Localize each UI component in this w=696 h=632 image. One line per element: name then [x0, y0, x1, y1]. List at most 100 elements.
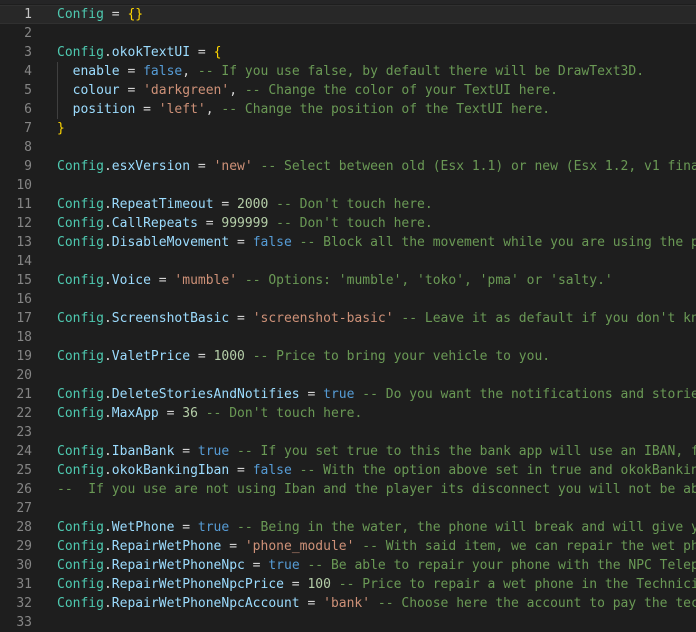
code-line[interactable]: 19 Config.ValetPrice = 1000 -- Price to b…	[0, 347, 696, 366]
code-text[interactable]: Config.RepeatTimeout = 2000 -- Don't tou…	[57, 195, 433, 214]
code-text[interactable]: Config.okokTextUI = {	[57, 43, 221, 62]
code-line[interactable]: 31 Config.RepairWetPhoneNpcPrice = 100 --…	[0, 575, 696, 594]
token: Config	[57, 539, 104, 554]
code-line[interactable]: 32 Config.RepairWetPhoneNpcAccount = 'ban…	[0, 594, 696, 613]
code-text[interactable]: Config.ScreenshotBasic = 'screenshot-bas…	[57, 309, 696, 328]
token: =	[213, 197, 238, 212]
code-line[interactable]: 10	[0, 176, 696, 195]
code-line[interactable]: 21 Config.DeleteStoriesAndNotifies = true…	[0, 385, 696, 404]
line-number: 1	[24, 7, 32, 22]
code-text[interactable]: Config.RepairWetPhoneNpcAccount = 'bank'…	[57, 594, 696, 613]
line-number: 17	[16, 311, 32, 326]
code-text[interactable]: Config.RepairWetPhoneNpcPrice = 100 -- P…	[57, 575, 696, 594]
code-text[interactable]: Config.RepairWetPhoneNpc = true -- Be ab…	[57, 556, 696, 575]
line-number: 8	[24, 140, 32, 155]
code-line[interactable]: 14	[0, 252, 696, 271]
token: =	[119, 83, 144, 98]
line-number: 18	[16, 330, 32, 345]
code-line[interactable]: 17 Config.ScreenshotBasic = 'screenshot-b…	[0, 309, 696, 328]
code-line[interactable]: 15 Config.Voice = 'mumble' -- Options: 'm…	[0, 271, 696, 290]
code-text[interactable]: Config.DisableMovement = false -- Block …	[57, 233, 696, 252]
code-line[interactable]: 13 Config.DisableMovement = false -- Bloc…	[0, 233, 696, 252]
code-text[interactable]: Config.DeleteStoriesAndNotifies = true -…	[57, 385, 696, 404]
code-line[interactable]: 9 Config.esxVersion = 'new' -- Select bet…	[0, 157, 696, 176]
code-text[interactable]: Config.ValetPrice = 1000 -- Price to bri…	[57, 347, 550, 366]
token: -- Choose here the account to pay the te…	[377, 596, 696, 611]
token: {}	[127, 7, 144, 22]
code-line[interactable]: 8	[0, 138, 696, 157]
code-line[interactable]: 3 Config.okokTextUI = {	[0, 43, 696, 62]
token: =	[158, 406, 183, 421]
token: =	[229, 311, 253, 326]
token: =	[190, 159, 214, 174]
line-number: 22	[16, 406, 32, 421]
code-text[interactable]: colour = 'darkgreen', -- Change the colo…	[57, 81, 558, 100]
token: IbanBank	[111, 444, 175, 459]
code-text[interactable]: Config.WetPhone = true -- Being in the w…	[57, 518, 696, 537]
code-line[interactable]: 5 colour = 'darkgreen', -- Change the co…	[0, 81, 696, 100]
code-line[interactable]: 4 enable = false, -- If you use false, b…	[0, 62, 696, 81]
code-line[interactable]: 22 Config.MaxApp = 36 -- Don't touch here…	[0, 404, 696, 423]
token: -- Do you want the notifications and sto…	[362, 387, 696, 402]
code-line[interactable]: 1 Config = {}	[0, 5, 696, 24]
token: 'new'	[213, 159, 253, 174]
line-number: 13	[16, 235, 32, 250]
token: -- Being in the water, the phone will br…	[237, 520, 696, 535]
code-text[interactable]: Config.Voice = 'mumble' -- Options: 'mum…	[57, 271, 613, 290]
code-line[interactable]: 16	[0, 290, 696, 309]
token: esxVersion	[111, 159, 191, 174]
token: .	[103, 539, 112, 554]
token: .	[103, 273, 112, 288]
token: 'phone_module'	[244, 539, 355, 554]
token: .	[103, 349, 112, 364]
line-number: 14	[16, 254, 32, 269]
token: 'darkgreen'	[143, 83, 230, 98]
code-text[interactable]: enable = false, -- If you use false, by …	[57, 62, 644, 81]
token: .	[103, 45, 112, 60]
token: .	[103, 197, 112, 212]
code-text[interactable]: }	[57, 119, 65, 138]
code-line[interactable]: 12 Config.CallRepeats = 999999 -- Don't t…	[0, 214, 696, 233]
code-text[interactable]: Config.MaxApp = 36 -- Don't touch here.	[57, 404, 362, 423]
token: Config	[57, 159, 104, 174]
code-line[interactable]: 28 Config.WetPhone = true -- Being in the…	[0, 518, 696, 537]
code-text[interactable]: -- If you use are not using Iban and the…	[57, 480, 696, 499]
code-line[interactable]: 7}	[0, 119, 696, 138]
code-text[interactable]: Config.IbanBank = true -- If you set tru…	[57, 442, 696, 461]
code-line[interactable]: 2	[0, 24, 696, 43]
line-number: 7	[24, 121, 32, 136]
code-line[interactable]: 18	[0, 328, 696, 347]
token: 2000	[237, 197, 269, 212]
code-line[interactable]: 24 Config.IbanBank = true -- If you set t…	[0, 442, 696, 461]
token: Config	[57, 7, 104, 22]
token: =	[229, 463, 253, 478]
token: -- With the option above set in true and…	[299, 463, 696, 478]
code-text[interactable]: Config = {}	[57, 5, 143, 24]
code-editor[interactable]: 1 Config = {} 2 3 Config.okokTextUI = {4 ena…	[0, 0, 696, 630]
token: RepeatTimeout	[111, 197, 214, 212]
code-line[interactable]: 23	[0, 423, 696, 442]
code-line[interactable]: 25 Config.okokBankingIban = false -- With…	[0, 461, 696, 480]
code-text[interactable]: Config.CallRepeats = 999999 -- Don't tou…	[57, 214, 433, 233]
token: .	[103, 520, 112, 535]
code-line[interactable]: 26 -- If you use are not using Iban and t…	[0, 480, 696, 499]
token: Config	[57, 216, 104, 231]
code-line[interactable]: 11 Config.RepeatTimeout = 2000 -- Don't t…	[0, 195, 696, 214]
code-line[interactable]: 33	[0, 613, 696, 632]
code-text[interactable]: Config.RepairWetPhone = 'phone_module' -…	[57, 537, 696, 556]
code-line[interactable]: 6 position = 'left', -- Change the posit…	[0, 100, 696, 119]
code-text[interactable]: position = 'left', -- Change the positio…	[57, 100, 550, 119]
code-line[interactable]: 29 Config.RepairWetPhone = 'phone_module'…	[0, 537, 696, 556]
code-line[interactable]: 27	[0, 499, 696, 518]
token: ScreenshotBasic	[111, 311, 230, 326]
code-text[interactable]: Config.esxVersion = 'new' -- Select betw…	[57, 157, 696, 176]
code-text[interactable]: Config.okokBankingIban = false -- With t…	[57, 461, 696, 480]
code-line[interactable]: 20	[0, 366, 696, 385]
token: Config	[57, 558, 104, 573]
code-line[interactable]: 30 Config.RepairWetPhoneNpc = true -- Be …	[0, 556, 696, 575]
